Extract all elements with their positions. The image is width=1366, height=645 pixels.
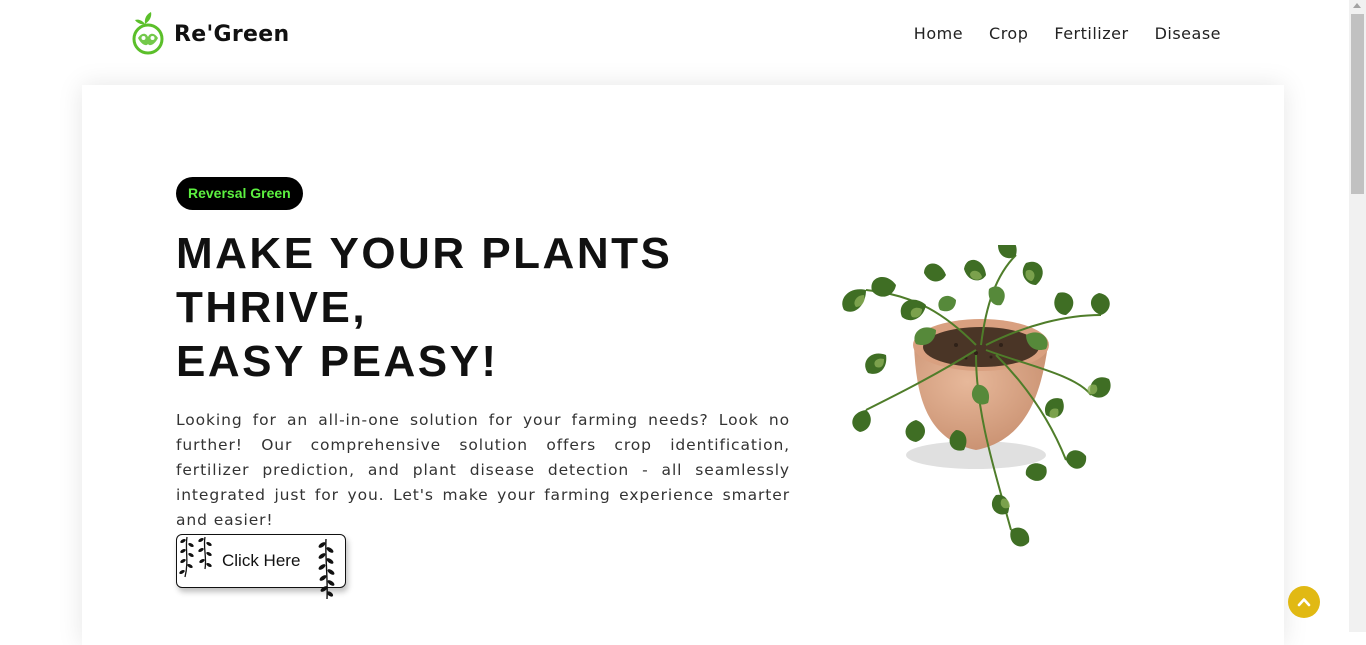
hero-description: Looking for an all-in-one solution for y… [176, 411, 790, 529]
vine-right-icon [318, 538, 335, 600]
back-to-top-button[interactable] [1288, 586, 1320, 618]
hero-section: Reversal Green MAKE YOUR PLANTS THRIVE, … [82, 85, 1284, 645]
nav-crop[interactable]: Crop [989, 24, 1028, 43]
click-here-button[interactable]: Click Here [176, 534, 346, 600]
hero-title-line-2: THRIVE, [176, 283, 368, 332]
click-here-label: Click Here [222, 551, 301, 570]
leaf-face-logo-icon [132, 12, 164, 55]
chevron-up-icon [1297, 598, 1311, 607]
brand-link[interactable]: Re'Green [128, 10, 289, 58]
hero-title-line-3: EASY PEASY! [176, 337, 499, 386]
scrollbar-thumb[interactable] [1351, 14, 1364, 194]
nav-disease[interactable]: Disease [1155, 24, 1221, 43]
hero-badge: Reversal Green [176, 177, 303, 210]
nav-fertilizer[interactable]: Fertilizer [1054, 24, 1128, 43]
nav-menu: Home Crop Fertilizer Disease [888, 24, 1221, 43]
hero-title-line-1: MAKE YOUR PLANTS [176, 229, 673, 278]
vine-left-icon [179, 536, 212, 578]
brand-name: Re'Green [174, 21, 290, 47]
potted-pothos-plant-icon [842, 245, 1111, 547]
hero-title: MAKE YOUR PLANTS THRIVE, EASY PEASY! [176, 227, 796, 389]
page-scrollbar[interactable] [1349, 0, 1366, 632]
navbar: Re'Green Home Crop Fertilizer Disease [0, 0, 1350, 70]
scroll-up-arrow-icon[interactable] [1353, 3, 1361, 8]
nav-home[interactable]: Home [914, 24, 963, 43]
